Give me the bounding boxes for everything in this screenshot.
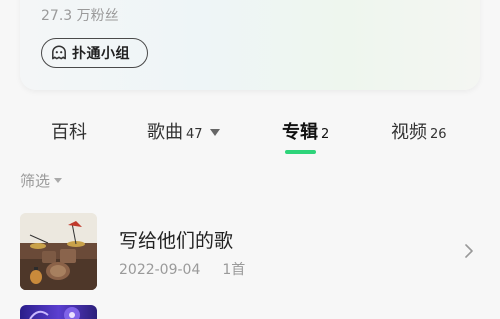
album-cover-image [20,305,97,319]
fans-count: 27.3 万粉丝 [41,8,119,24]
tab-count: 2 [321,127,330,142]
album-list-item[interactable]: 写给他们的歌 2022-09-04 1首 [20,213,480,291]
caret-down-icon[interactable] [209,129,220,136]
tab-songs[interactable]: 歌曲 47 [147,118,220,144]
caret-down-icon [54,178,63,183]
album-list-item[interactable] [20,305,480,319]
tab-count: 47 [186,127,203,142]
album-date: 2022-09-04 [119,262,201,278]
album-track-count: 1首 [222,262,246,278]
album-cover-image [20,213,97,290]
tab-label: 百科 [51,122,87,143]
tab-videos[interactable]: 视频 26 [391,118,447,144]
ghost-chat-icon [50,44,68,62]
chevron-right-icon [465,244,473,258]
active-tab-indicator [285,150,316,154]
filter-label: 筛选 [20,172,51,190]
tab-label: 歌曲 [147,122,183,143]
album-title: 写给他们的歌 [119,230,234,252]
album-meta: 2022-09-04 1首 [119,259,245,279]
tab-label: 视频 [391,122,427,143]
tab-encyclopedia[interactable]: 百科 [51,118,87,144]
fan-group-label: 扑通小组 [72,46,130,62]
tab-count: 26 [430,127,447,142]
tab-albums[interactable]: 专辑 2 [282,118,329,144]
fan-group-button[interactable]: 扑通小组 [41,38,148,68]
artist-tab-bar: 百科 歌曲 47 专辑 2 视频 26 [0,112,500,162]
filter-dropdown[interactable]: 筛选 [20,170,63,191]
tab-label: 专辑 [282,122,318,143]
